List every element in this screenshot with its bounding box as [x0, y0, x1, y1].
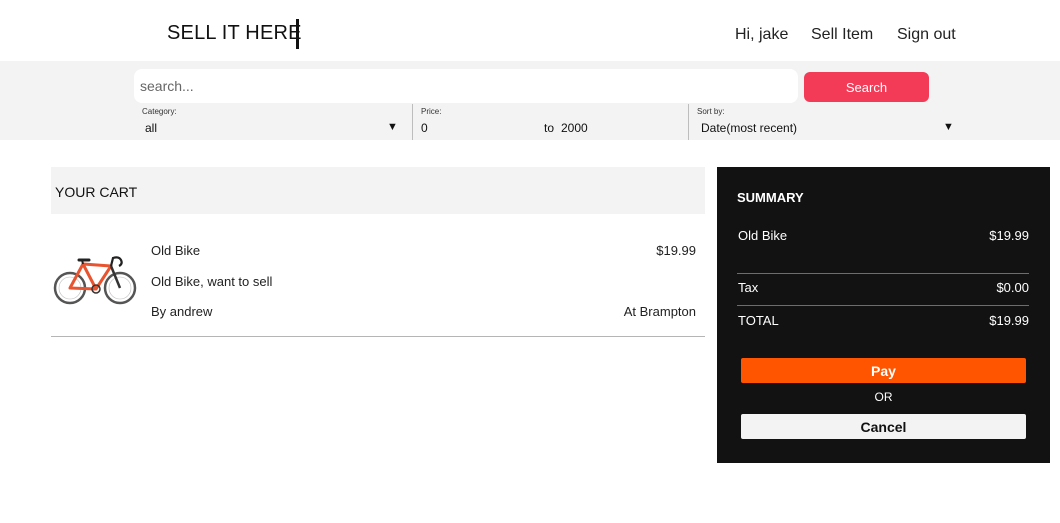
sort-dropdown-icon[interactable]: ▼	[943, 121, 954, 133]
price-min-input[interactable]: 0	[421, 121, 428, 135]
category-dropdown-icon[interactable]: ▼	[387, 121, 398, 133]
sign-out-link[interactable]: Sign out	[897, 26, 956, 44]
item-seller: By andrew	[151, 304, 213, 319]
sort-label: Sort by:	[697, 107, 725, 116]
summary-divider	[737, 305, 1029, 306]
item-description: Old Bike, want to sell	[151, 274, 273, 289]
tax-label: Tax	[738, 280, 759, 295]
or-separator: OR	[874, 390, 893, 404]
road-bike-image[interactable]	[51, 242, 141, 310]
pay-button[interactable]: Pay	[741, 358, 1026, 383]
summary-title: SUMMARY	[737, 190, 804, 205]
total-value: $19.99	[989, 313, 1029, 328]
price-to-label: to	[544, 121, 555, 135]
summary-line-value: $19.99	[989, 228, 1029, 243]
order-summary-panel: SUMMARY Old Bike $19.99 Tax $0.00 TOTAL …	[717, 167, 1050, 463]
top-header: SELL IT HERE Hi, jake Sell Item Sign out	[0, 0, 1060, 61]
brand-divider	[296, 19, 299, 49]
summary-divider	[737, 273, 1029, 274]
total-label: TOTAL	[738, 313, 779, 328]
cart-item: Old Bike Old Bike, want to sell By andre…	[51, 230, 705, 337]
sell-item-link[interactable]: Sell Item	[811, 26, 873, 44]
brand-logo-text[interactable]: SELL IT HERE	[167, 22, 302, 45]
sort-filter[interactable]: Sort by: Date(most recent) ▼	[689, 104, 959, 140]
item-price: $19.99	[656, 243, 696, 258]
user-greeting-link[interactable]: Hi, jake	[735, 26, 788, 44]
item-name[interactable]: Old Bike	[151, 243, 200, 258]
summary-line-label: Old Bike	[738, 228, 788, 243]
category-label: Category:	[142, 107, 177, 116]
price-filter: Price: 0 to 2000	[413, 104, 688, 140]
cart-header: YOUR CART	[51, 167, 705, 214]
sort-select-value[interactable]: Date(most recent)	[701, 121, 797, 135]
cancel-button[interactable]: Cancel	[741, 414, 1026, 439]
search-input[interactable]	[134, 69, 798, 103]
price-label: Price:	[421, 107, 442, 116]
tax-value: $0.00	[996, 280, 1029, 295]
search-button[interactable]: Search	[804, 72, 929, 102]
category-select-value[interactable]: all	[145, 121, 157, 135]
item-location: At Brampton	[623, 304, 696, 319]
cart-title: YOUR CART	[55, 184, 138, 200]
category-filter[interactable]: Category: all ▼	[134, 104, 412, 140]
search-filter-bar: Search Category: all ▼ Price: 0 to 2000 …	[0, 61, 1060, 140]
price-max-input[interactable]: 2000	[561, 121, 588, 135]
